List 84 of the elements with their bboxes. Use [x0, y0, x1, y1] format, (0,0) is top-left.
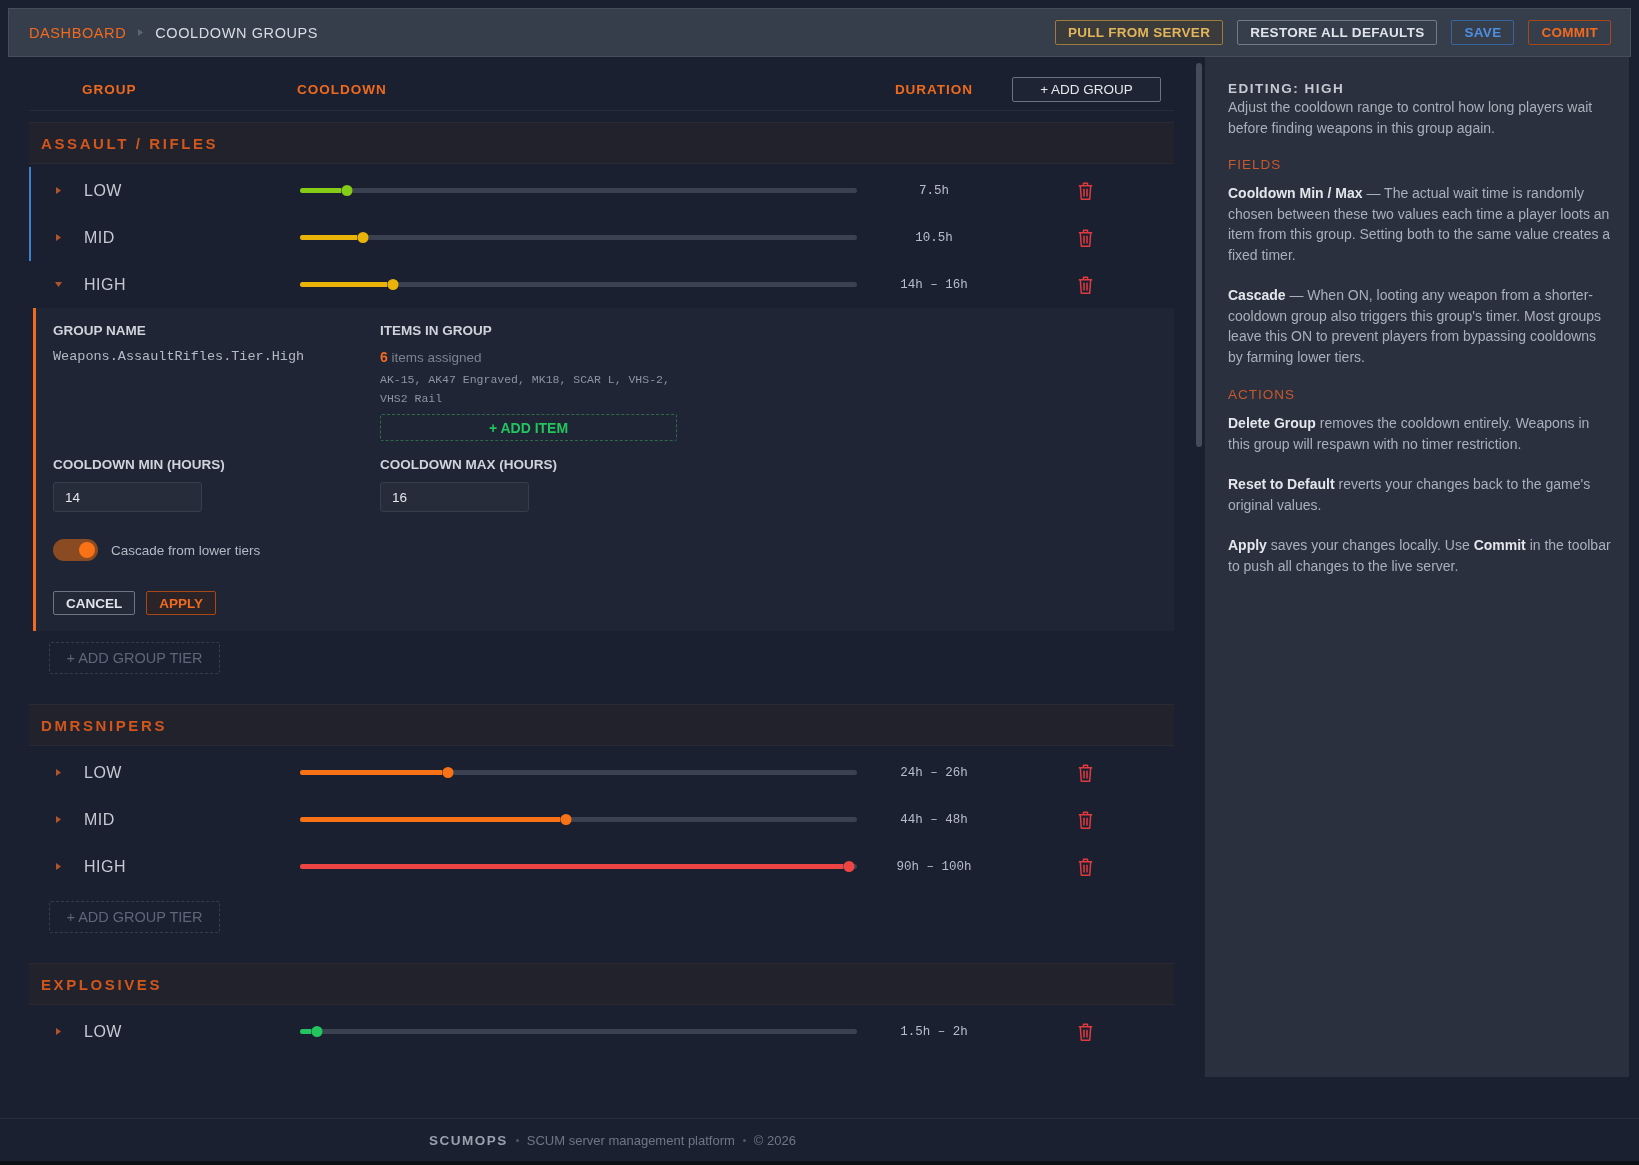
caret-right-icon [138, 29, 144, 36]
footer-text: SCUM server management platform [526, 1132, 735, 1148]
items-count: 6 items assigned [380, 348, 483, 367]
duration-text: 24h – 26h [899, 765, 969, 780]
trash-icon[interactable] [1078, 1022, 1093, 1041]
pull-from-server-button[interactable]: PULL FROM SERVER [1054, 20, 1224, 45]
group-header: DMRSNIPERS [29, 704, 1174, 746]
field-label: GROUP NAME [53, 323, 147, 339]
tier-label: LOW [84, 763, 123, 782]
dot-icon [515, 1138, 519, 1142]
caret-right-icon[interactable] [55, 863, 62, 870]
slider-track[interactable] [300, 817, 857, 822]
duration-text: 14h – 16h [899, 277, 969, 292]
toggle-switch[interactable] [53, 539, 98, 561]
slider-thumb[interactable] [843, 861, 855, 872]
tier-label: HIGH [84, 857, 127, 876]
slider-thumb[interactable] [341, 185, 353, 196]
help-paragraph: Cascade — When ON, looting any weapon from a shorter-cooldown group also triggers this group's timer. Most groups leave this ON to prevent players from bypassing cooldowns by farming lower tiers. [1228, 286, 1603, 367]
slider-thumb[interactable] [387, 279, 399, 290]
section-heading: ACTIONS [1228, 387, 1296, 403]
restore-defaults-button[interactable]: RESTORE ALL DEFAULTS [1237, 20, 1438, 45]
cancel-button[interactable]: CANCEL [53, 591, 136, 615]
slider-track[interactable] [300, 188, 857, 193]
slider-track[interactable] [300, 770, 857, 775]
trash-icon[interactable] [1078, 228, 1093, 247]
group-header: ASSAULT / RIFLES [29, 122, 1174, 164]
group-header: EXPLOSIVES [29, 963, 1174, 1005]
caret-right-icon[interactable] [55, 234, 62, 241]
scrollbar-thumb[interactable] [1196, 63, 1202, 447]
help-paragraph: Cooldown Min / Max — The actual wait time is randomly chosen between these two values each time a player loots an item from this group. Setting both to the same value creates a fixed timer. [1228, 184, 1612, 265]
trash-icon[interactable] [1078, 763, 1093, 782]
duration-text: 90h – 100h [895, 859, 973, 874]
tier-label: MID [84, 810, 116, 829]
slider-thumb[interactable] [357, 232, 369, 243]
caret-down-icon[interactable] [55, 281, 62, 288]
duration-text: 10.5h [914, 230, 954, 245]
tier-label: MID [84, 228, 116, 247]
field-label: COOLDOWN MIN (HOURS) [53, 457, 226, 473]
breadcrumb-current: COOLDOWN GROUPS [155, 24, 319, 41]
trash-icon[interactable] [1078, 181, 1093, 200]
help-paragraph: Reset to Default reverts your changes back to the game's original values. [1228, 475, 1592, 515]
caret-right-icon[interactable] [55, 769, 62, 776]
field-label: ITEMS IN GROUP [380, 323, 493, 339]
help-text: Adjust the cooldown range to control how long players wait before finding weapons in this group again. [1228, 98, 1594, 138]
trash-icon[interactable] [1078, 857, 1093, 876]
duration-text: 44h – 48h [899, 812, 969, 827]
add-item-button[interactable]: + ADD ITEM [380, 414, 677, 441]
dot-icon [742, 1138, 746, 1142]
caret-right-icon[interactable] [55, 1028, 62, 1035]
help-title: EDITING: HIGH [1228, 81, 1346, 97]
tier-label: LOW [84, 1022, 123, 1041]
field-label: COOLDOWN MAX (HOURS) [380, 457, 558, 473]
duration-text: 1.5h – 2h [899, 1024, 969, 1039]
section-heading: FIELDS [1228, 157, 1283, 173]
help-paragraph: Apply saves your changes locally. Use Commit in the toolbar to push all changes to the live server. [1228, 536, 1612, 576]
slider-track[interactable] [300, 1029, 857, 1034]
column-header: GROUP [82, 82, 138, 97]
number-input[interactable]: 14 [53, 482, 202, 512]
help-paragraph: Delete Group removes the cooldown entirely. Weapons in this group will respawn with no timer restriction. [1228, 414, 1591, 454]
column-header: COOLDOWN [297, 82, 388, 97]
tier-label: LOW [84, 181, 123, 200]
save-button[interactable]: SAVE [1451, 20, 1515, 45]
slider-track[interactable] [300, 282, 857, 287]
add-group-button[interactable]: + ADD GROUP [1012, 77, 1161, 102]
footer-brand: SCUMOPS [429, 1132, 508, 1148]
column-header: DURATION [893, 82, 975, 97]
duration-text: 7.5h [918, 183, 950, 198]
tier-label: HIGH [84, 275, 127, 294]
group-name-value: Weapons.AssaultRifles.Tier.High [53, 348, 306, 366]
number-input[interactable]: 16 [380, 482, 529, 512]
slider-thumb[interactable] [442, 767, 454, 778]
slider-track[interactable] [300, 235, 857, 240]
commit-button[interactable]: COMMIT [1528, 20, 1611, 45]
trash-icon[interactable] [1078, 275, 1093, 294]
toggle-label: Cascade from lower tiers [111, 542, 261, 558]
caret-right-icon[interactable] [55, 187, 62, 194]
slider-thumb[interactable] [560, 814, 572, 825]
breadcrumb-link[interactable]: DASHBOARD [29, 24, 127, 41]
caret-right-icon[interactable] [55, 816, 62, 823]
apply-button[interactable]: APPLY [146, 591, 217, 615]
trash-icon[interactable] [1078, 810, 1093, 829]
items-list: AK-15, AK47 Engraved, MK18, SCAR L, VHS-2, VHS2 Rail [380, 370, 677, 408]
slider-thumb[interactable] [311, 1026, 323, 1037]
footer-text: © 2026 [753, 1132, 796, 1148]
